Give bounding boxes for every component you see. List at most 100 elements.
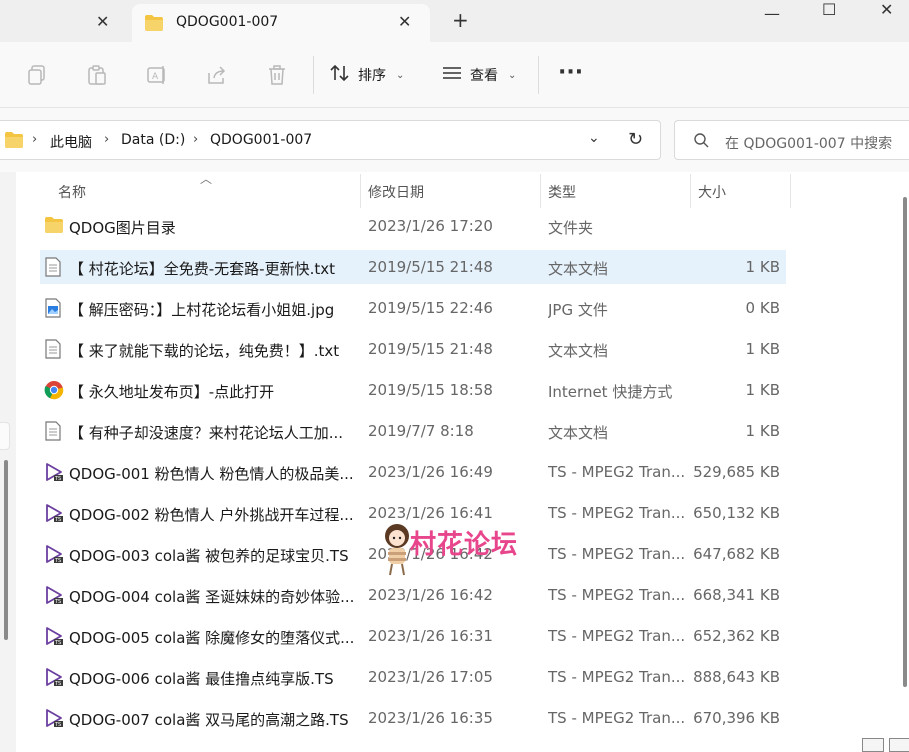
file-row[interactable]: 【 永久地址发布页】-点此打开 2019/5/15 18:58 Internet 快…: [40, 373, 786, 407]
column-header-size[interactable]: 大小: [698, 182, 726, 202]
rename-icon[interactable]: A: [146, 64, 168, 86]
file-size: 888,643 KB: [693, 668, 780, 686]
chevron-down-icon[interactable]: ⌄: [588, 130, 600, 146]
copy-icon[interactable]: [26, 64, 48, 86]
maximize-icon[interactable]: ☐: [822, 0, 836, 20]
chevron-down-icon: ⌄: [396, 69, 405, 81]
file-name: 【 村花论坛】全免费-无套路-更新快.txt: [69, 260, 336, 278]
tiles-view-icon[interactable]: [889, 738, 909, 752]
file-modified-date: 2023/1/26 16:49: [368, 463, 493, 481]
file-type: 文件夹: [548, 219, 594, 237]
watermark-text: 村花论坛: [410, 530, 519, 560]
file-size: 1 KB: [745, 258, 780, 276]
breadcrumb-separator-icon[interactable]: ›: [32, 132, 37, 147]
share-icon[interactable]: [206, 64, 228, 86]
navigation-scrollbar[interactable]: [4, 460, 8, 640]
close-icon[interactable]: ✕: [398, 12, 411, 31]
file-modified-date: 2019/5/15 18:58: [368, 381, 493, 399]
file-name: QDOG-003 cola酱 被包养的足球宝贝.TS: [69, 547, 349, 565]
file-row[interactable]: 【 村花论坛】全免费-无套路-更新快.txt 2019/5/15 21:48 文本文…: [40, 250, 786, 284]
folder-icon: [144, 14, 164, 36]
close-icon[interactable]: ✕: [96, 12, 109, 31]
file-modified-date: 2019/5/15 22:46: [368, 299, 493, 317]
folder-icon: [4, 131, 24, 153]
paste-icon[interactable]: [86, 64, 108, 86]
file-name: QDOG-007 cola酱 双马尾的高潮之路.TS: [69, 711, 349, 729]
file-modified-date: 2023/1/26 16:31: [368, 627, 493, 645]
new-tab-icon[interactable]: +: [452, 8, 469, 32]
svg-text:TS: TS: [54, 517, 61, 523]
file-type: TS - MPEG2 Tran...: [548, 586, 686, 604]
file-name: 【 来了就能下载的论坛，纯免费！】.txt: [69, 342, 340, 360]
breadcrumb-separator-icon[interactable]: ›: [104, 132, 109, 147]
tab-previous[interactable]: ✕: [0, 0, 130, 42]
file-row[interactable]: TS QDOG-006 cola酱 最佳撸点纯享版.TS 2023/1/26 17:…: [40, 660, 786, 694]
minimize-icon[interactable]: —: [764, 4, 780, 24]
svg-text:TS: TS: [54, 681, 61, 687]
details-view-icon[interactable]: [862, 738, 884, 752]
file-row[interactable]: QDOG图片目录 2023/1/26 17:20 文件夹: [40, 209, 786, 243]
file-size: 529,685 KB: [693, 463, 780, 481]
folder-icon: [44, 216, 64, 236]
tab-active[interactable]: QDOG001-007 ✕: [132, 4, 430, 42]
file-row[interactable]: 【 来了就能下载的论坛，纯免费！】.txt 2019/5/15 21:48 文本文档…: [40, 332, 786, 366]
column-divider[interactable]: [690, 174, 691, 208]
chrome-icon: [44, 380, 64, 400]
view-label: 查看: [470, 68, 498, 84]
file-modified-date: 2019/5/15 21:48: [368, 258, 493, 276]
sort-ascending-icon: ︿: [200, 172, 213, 186]
sort-label: 排序: [358, 68, 386, 84]
file-name: 【 永久地址发布页】-点此打开: [69, 383, 275, 401]
column-divider[interactable]: [790, 174, 791, 208]
file-row[interactable]: TS QDOG-004 cola酱 圣诞妹妹的奇妙体验... 2023/1/26 1…: [40, 578, 786, 612]
tab-bar: ✕ QDOG001-007 ✕ + — ☐ ✕: [0, 0, 909, 42]
file-type: TS - MPEG2 Tran...: [548, 709, 686, 727]
file-size: 0 KB: [745, 299, 780, 317]
video-file-icon: TS: [44, 503, 64, 523]
sort-button[interactable]: 排序 ⌄: [330, 64, 404, 86]
file-type: TS - MPEG2 Tran...: [548, 504, 686, 522]
file-name: QDOG图片目录: [69, 219, 176, 237]
search-icon: [693, 132, 709, 152]
window-close-icon[interactable]: ✕: [880, 0, 893, 20]
file-size: 647,682 KB: [693, 545, 780, 563]
text-file-icon: [44, 421, 64, 441]
file-modified-date: 2023/1/26 17:05: [368, 668, 493, 686]
refresh-icon[interactable]: ↻: [628, 129, 643, 150]
video-file-icon: TS: [44, 708, 64, 728]
more-options-icon[interactable]: ···: [558, 60, 583, 85]
video-file-icon: TS: [44, 626, 64, 646]
file-row[interactable]: 【 解压密码：】上村花论坛看小姐姐.jpg 2019/5/15 22:46 JPG …: [40, 291, 786, 325]
column-divider[interactable]: [540, 174, 541, 208]
file-row[interactable]: TS QDOG-005 cola酱 除魔修女的堕落仪式... 2023/1/26 1…: [40, 619, 786, 653]
file-type: TS - MPEG2 Tran...: [548, 627, 686, 645]
search-box[interactable]: 在 QDOG001-007 中搜索: [674, 120, 909, 160]
breadcrumb-this-pc[interactable]: 此电脑: [50, 132, 92, 152]
file-row[interactable]: TS QDOG-001 粉色情人 粉色情人的极品美... 2023/1/26 16:…: [40, 455, 786, 489]
column-header-type[interactable]: 类型: [548, 182, 576, 202]
column-header-modified[interactable]: 修改日期: [368, 182, 424, 202]
file-row[interactable]: 【 有种子却没速度？来村花论坛人工加... 2019/7/7 8:18 文本文档 1 …: [40, 414, 786, 448]
column-divider[interactable]: [360, 174, 361, 208]
video-file-icon: TS: [44, 585, 64, 605]
pane-collapse-handle[interactable]: [0, 422, 10, 450]
file-modified-date: 2023/1/26 16:41: [368, 504, 493, 522]
file-size: 650,132 KB: [693, 504, 780, 522]
breadcrumb-folder[interactable]: QDOG001-007: [210, 132, 312, 148]
breadcrumb-drive[interactable]: Data (D:): [121, 132, 185, 148]
svg-text:TS: TS: [54, 599, 61, 605]
svg-text:TS: TS: [54, 558, 61, 564]
file-modified-date: 2023/1/26 16:35: [368, 709, 493, 727]
vertical-scrollbar[interactable]: [903, 197, 907, 687]
delete-icon[interactable]: [266, 64, 288, 86]
file-type: Internet 快捷方式: [548, 383, 673, 401]
file-row[interactable]: TS QDOG-007 cola酱 双马尾的高潮之路.TS 2023/1/26 16…: [40, 701, 786, 735]
column-header-name[interactable]: 名称: [58, 182, 86, 202]
file-modified-date: 2023/1/26 17:20: [368, 217, 493, 235]
navigation-pane[interactable]: [0, 172, 16, 752]
breadcrumb-separator-icon[interactable]: ›: [193, 132, 198, 147]
video-file-icon: TS: [44, 462, 64, 482]
address-bar[interactable]: › 此电脑 › Data (D:) › QDOG001-007 ⌄ ↻: [0, 120, 661, 160]
view-button[interactable]: 查看 ⌄: [442, 64, 516, 86]
address-row: › 此电脑 › Data (D:) › QDOG001-007 ⌄ ↻ 在 QD…: [0, 108, 909, 172]
